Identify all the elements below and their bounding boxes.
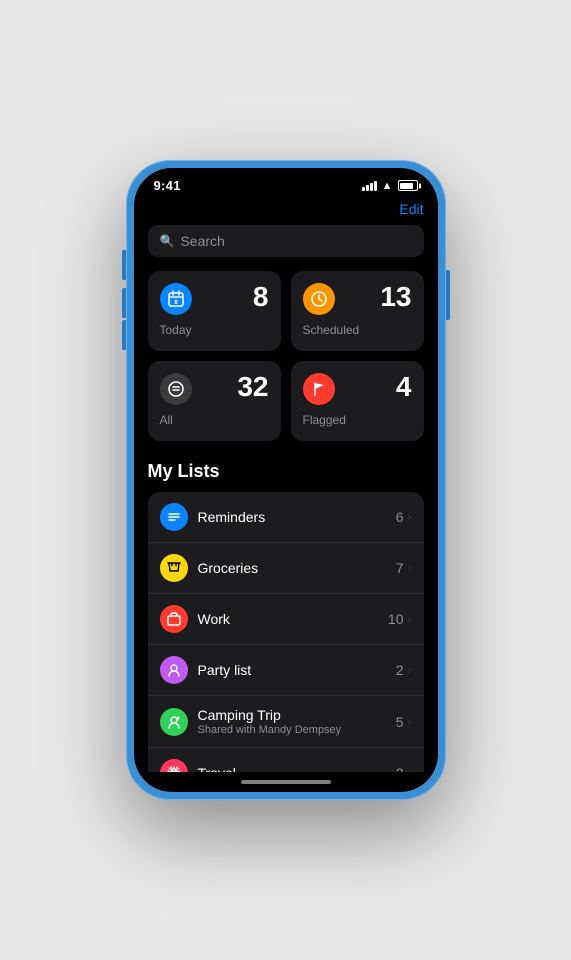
camping-icon bbox=[160, 708, 188, 736]
party-right: 2 › bbox=[396, 662, 412, 678]
groceries-right: 7 › bbox=[396, 560, 412, 576]
work-right: 10 › bbox=[388, 611, 412, 627]
groceries-text: Groceries bbox=[198, 560, 396, 576]
all-count: 32 bbox=[237, 371, 268, 403]
groceries-count: 7 bbox=[396, 560, 404, 576]
party-count: 2 bbox=[396, 662, 404, 678]
smart-card-scheduled[interactable]: 13 Scheduled bbox=[291, 271, 424, 351]
my-lists-title: My Lists bbox=[148, 461, 424, 482]
camping-count: 5 bbox=[396, 714, 404, 730]
reminders-name: Reminders bbox=[198, 509, 396, 525]
phone-frame: 9:41 ▲ Edit 🔍 Sear bbox=[126, 160, 446, 800]
list-item-groceries[interactable]: Groceries 7 › bbox=[148, 543, 424, 594]
reminders-text: Reminders bbox=[198, 509, 396, 525]
status-icons: ▲ bbox=[362, 180, 418, 192]
reminders-chevron: › bbox=[408, 510, 412, 524]
notch bbox=[231, 168, 341, 190]
camping-name: Camping Trip bbox=[198, 707, 396, 723]
search-placeholder: Search bbox=[180, 233, 224, 249]
camping-right: 5 › bbox=[396, 714, 412, 730]
flagged-label: Flagged bbox=[303, 413, 412, 427]
all-label: All bbox=[160, 413, 269, 427]
party-name: Party list bbox=[198, 662, 396, 678]
party-chevron: › bbox=[408, 663, 412, 677]
work-chevron: › bbox=[408, 612, 412, 626]
work-count: 10 bbox=[388, 611, 404, 627]
main-content: Edit 🔍 Search 8 bbox=[134, 197, 438, 772]
wifi-icon: ▲ bbox=[382, 180, 393, 192]
work-name: Work bbox=[198, 611, 388, 627]
groceries-icon bbox=[160, 554, 188, 582]
camping-subtitle: Shared with Mandy Dempsey bbox=[198, 724, 396, 736]
lists-container: Reminders 6 › bbox=[148, 492, 424, 772]
all-icon bbox=[160, 373, 192, 405]
work-text: Work bbox=[198, 611, 388, 627]
search-bar[interactable]: 🔍 Search bbox=[148, 225, 424, 257]
travel-text: Travel bbox=[198, 765, 396, 772]
scheduled-count: 13 bbox=[380, 281, 411, 313]
reminders-icon bbox=[160, 503, 188, 531]
camping-text: Camping Trip Shared with Mandy Dempsey bbox=[198, 707, 396, 736]
list-item-party[interactable]: Party list 2 › bbox=[148, 645, 424, 696]
smart-lists-grid: 8 8 Today 13 Scheduled bbox=[148, 271, 424, 441]
today-label: Today bbox=[160, 323, 269, 337]
smart-card-flagged[interactable]: 4 Flagged bbox=[291, 361, 424, 441]
battery-icon bbox=[398, 180, 418, 191]
search-icon: 🔍 bbox=[160, 234, 175, 248]
scheduled-label: Scheduled bbox=[303, 323, 412, 337]
travel-icon bbox=[160, 759, 188, 772]
groceries-name: Groceries bbox=[198, 560, 396, 576]
phone-screen: 9:41 ▲ Edit 🔍 Sear bbox=[134, 168, 438, 792]
list-item-work[interactable]: Work 10 › bbox=[148, 594, 424, 645]
status-time: 9:41 bbox=[154, 178, 181, 193]
smart-card-all[interactable]: 32 All bbox=[148, 361, 281, 441]
camping-chevron: › bbox=[408, 715, 412, 729]
party-text: Party list bbox=[198, 662, 396, 678]
travel-count: 2 bbox=[396, 765, 404, 772]
flagged-count: 4 bbox=[396, 371, 412, 403]
scheduled-icon bbox=[303, 283, 335, 315]
flagged-icon bbox=[303, 373, 335, 405]
work-icon bbox=[160, 605, 188, 633]
groceries-chevron: › bbox=[408, 561, 412, 575]
edit-button[interactable]: Edit bbox=[399, 201, 423, 217]
signal-icon bbox=[362, 181, 377, 191]
reminders-count: 6 bbox=[396, 509, 404, 525]
list-item-travel[interactable]: Travel 2 › bbox=[148, 748, 424, 772]
header-row: Edit bbox=[148, 197, 424, 225]
reminders-right: 6 › bbox=[396, 509, 412, 525]
list-item-reminders[interactable]: Reminders 6 › bbox=[148, 492, 424, 543]
travel-right: 2 › bbox=[396, 765, 412, 772]
today-count: 8 bbox=[253, 281, 269, 313]
travel-name: Travel bbox=[198, 765, 396, 772]
home-bar bbox=[241, 780, 331, 784]
svg-text:8: 8 bbox=[174, 300, 178, 306]
today-icon: 8 bbox=[160, 283, 192, 315]
smart-card-today[interactable]: 8 8 Today bbox=[148, 271, 281, 351]
party-icon bbox=[160, 656, 188, 684]
list-item-camping[interactable]: Camping Trip Shared with Mandy Dempsey 5… bbox=[148, 696, 424, 748]
home-indicator bbox=[134, 772, 438, 792]
